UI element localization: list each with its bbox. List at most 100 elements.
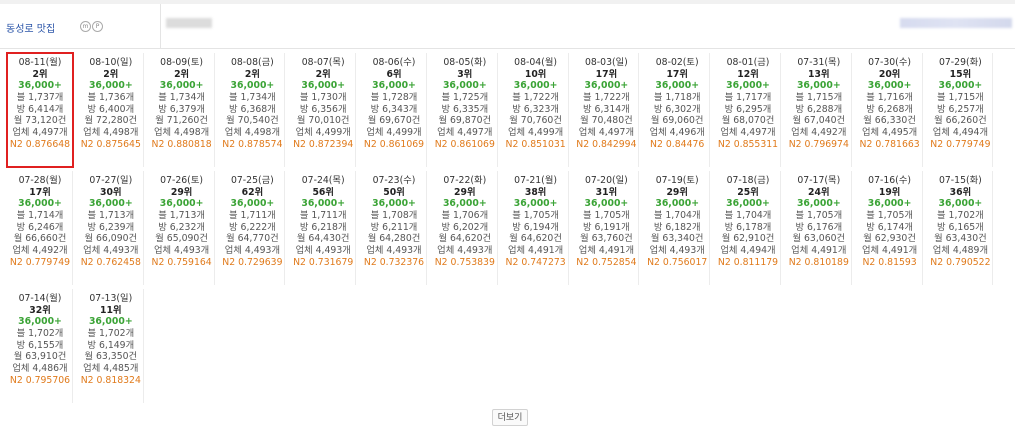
search-volume: 36,000+	[796, 80, 841, 92]
monthly-count: 월 69,670건	[367, 115, 421, 127]
monthly-count: 월 63,340건	[650, 233, 704, 245]
rank-value: 17위	[595, 68, 618, 80]
n2-score: N2 0.752854	[576, 256, 637, 268]
cafe-count: 방 6,414개	[16, 103, 64, 115]
business-count: 업체 4,493개	[649, 245, 705, 257]
n2-score: N2 0.851031	[505, 138, 566, 150]
cafe-count: 방 6,288개	[795, 103, 843, 115]
rank-cell: 08-06(수) 6위 36,000+ 블 1,728개 방 6,343개 월 69,67…	[362, 53, 427, 167]
business-count: 업체 4,493개	[224, 245, 280, 257]
rank-cell: 07-20(일) 31위 36,000+ 블 1,705개 방 6,191개 월 63,7…	[574, 171, 640, 285]
rank-value: 17위	[29, 186, 51, 198]
pc-icon[interactable]: P	[92, 21, 103, 32]
rank-cell: 08-08(금) 2위 36,000+ 블 1,734개 방 6,368개 월 70,54…	[220, 53, 286, 167]
rank-value: 3위	[457, 68, 473, 80]
cafe-count: 방 6,379개	[158, 103, 205, 115]
business-count: 업체 4,499개	[366, 127, 422, 139]
blog-count: 블 1,702개	[937, 210, 984, 222]
mobile-icon[interactable]: m	[80, 21, 91, 32]
search-volume: 36,000+	[88, 198, 133, 210]
n2-score: N2 0.732376	[363, 256, 425, 268]
cafe-count: 방 6,202개	[441, 221, 489, 233]
rank-value: 2위	[244, 68, 260, 80]
business-count: 업체 4,493개	[366, 245, 422, 257]
business-count: 업체 4,497개	[720, 127, 776, 139]
keyword-link[interactable]: 동성로 맛집	[6, 20, 55, 35]
search-volume: 36,000+	[584, 80, 629, 92]
date-label: 08-03(일)	[584, 57, 628, 68]
rank-cell: 08-07(목) 2위 36,000+ 블 1,730개 방 6,356개 월 70,01…	[291, 53, 357, 167]
n2-score: N2 0.762458	[80, 256, 141, 268]
date-label: 07-31(목)	[797, 57, 841, 68]
search-volume: 36,000+	[301, 198, 346, 210]
rank-value: 36위	[949, 186, 972, 198]
business-count: 업체 4,489개	[932, 245, 988, 257]
business-count: 업체 4,498개	[83, 127, 139, 139]
monthly-count: 월 70,540건	[226, 115, 279, 127]
business-count: 업체 4,493개	[153, 245, 210, 257]
blog-count: 블 1,717개	[724, 92, 772, 104]
cafe-count: 방 6,343개	[370, 103, 418, 115]
blog-count: 블 1,711개	[299, 210, 347, 222]
blog-count: 블 1,704개	[724, 210, 772, 222]
blog-count: 블 1,725개	[441, 92, 489, 104]
monthly-count: 월 63,430건	[934, 233, 987, 245]
rank-value: 29위	[454, 186, 476, 198]
monthly-count: 월 69,870건	[438, 115, 492, 127]
cafe-count: 방 6,222개	[229, 221, 276, 233]
business-count: 업체 4,494개	[932, 127, 988, 139]
monthly-count: 월 67,040건	[792, 115, 846, 127]
monthly-count: 월 70,480건	[580, 115, 633, 127]
blog-count: 블 1,713개	[158, 210, 205, 222]
date-label: 08-11(월)	[18, 57, 62, 68]
date-label: 07-13(일)	[89, 293, 133, 304]
cafe-count: 방 6,174개	[866, 221, 913, 233]
blog-count: 블 1,705개	[512, 210, 559, 222]
business-count: 업체 4,493개	[295, 245, 351, 257]
rank-cell: 07-19(토) 29위 36,000+ 블 1,704개 방 6,182개 월 63,3…	[645, 171, 711, 285]
business-count: 업체 4,485개	[83, 363, 139, 375]
blog-count: 블 1,705개	[866, 210, 913, 222]
date-label: 07-20(일)	[584, 175, 628, 186]
cafe-count: 방 6,165개	[937, 221, 984, 233]
blog-count: 블 1,715개	[937, 92, 984, 104]
rank-cell: 07-13(일) 11위 36,000+ 블 1,702개 방 6,149개 월 63,3…	[79, 289, 144, 403]
n2-score: N2 0.731679	[293, 256, 354, 268]
cafe-count: 방 6,211개	[370, 221, 418, 233]
load-more-button[interactable]: 더보기	[492, 409, 528, 426]
blurred-url	[900, 18, 1012, 28]
rank-value: 2위	[103, 68, 119, 80]
rank-cell: 07-23(수) 50위 36,000+ 블 1,708개 방 6,211개 월 64,2…	[362, 171, 427, 285]
search-volume: 36,000+	[18, 80, 62, 92]
search-volume: 36,000+	[230, 80, 275, 92]
blog-count: 블 1,702개	[87, 328, 135, 340]
rank-value: 15위	[949, 68, 972, 80]
rank-cell: 08-01(금) 12위 36,000+ 블 1,717개 방 6,295개 월 68,0…	[716, 53, 781, 167]
rank-value: 20위	[878, 68, 901, 80]
business-count: 업체 4,491개	[861, 245, 918, 257]
search-volume: 36,000+	[372, 198, 416, 210]
rank-value: 2위	[32, 68, 48, 80]
rank-cell: 08-09(토) 2위 36,000+ 블 1,734개 방 6,379개 월 71,26…	[150, 53, 215, 167]
business-count: 업체 4,499개	[295, 127, 351, 139]
monthly-count: 월 62,910건	[721, 233, 775, 245]
date-label: 08-10(일)	[89, 57, 133, 68]
rank-value: 25위	[737, 186, 759, 198]
date-label: 07-21(월)	[514, 175, 557, 186]
cafe-count: 방 6,178개	[724, 221, 772, 233]
monthly-count: 월 65,090건	[155, 233, 208, 245]
cafe-count: 방 6,191개	[583, 221, 630, 233]
date-label: 08-09(토)	[160, 57, 203, 68]
blog-count: 블 1,728개	[370, 92, 418, 104]
monthly-count: 월 69,060건	[650, 115, 704, 127]
blog-count: 블 1,711개	[229, 210, 276, 222]
blog-count: 블 1,702개	[16, 328, 64, 340]
rank-cell: 07-14(월) 32위 36,000+ 블 1,702개 방 6,155개 월 63,9…	[8, 289, 73, 403]
rank-cell: 07-25(금) 62위 36,000+ 블 1,711개 방 6,222개 월 64,7…	[220, 171, 286, 285]
date-label: 08-05(화)	[443, 57, 487, 68]
search-volume: 36,000+	[159, 198, 204, 210]
search-volume: 36,000+	[88, 80, 133, 92]
blog-count: 블 1,737개	[16, 92, 64, 104]
date-label: 07-25(금)	[230, 175, 274, 186]
date-label: 07-22(화)	[443, 175, 487, 186]
